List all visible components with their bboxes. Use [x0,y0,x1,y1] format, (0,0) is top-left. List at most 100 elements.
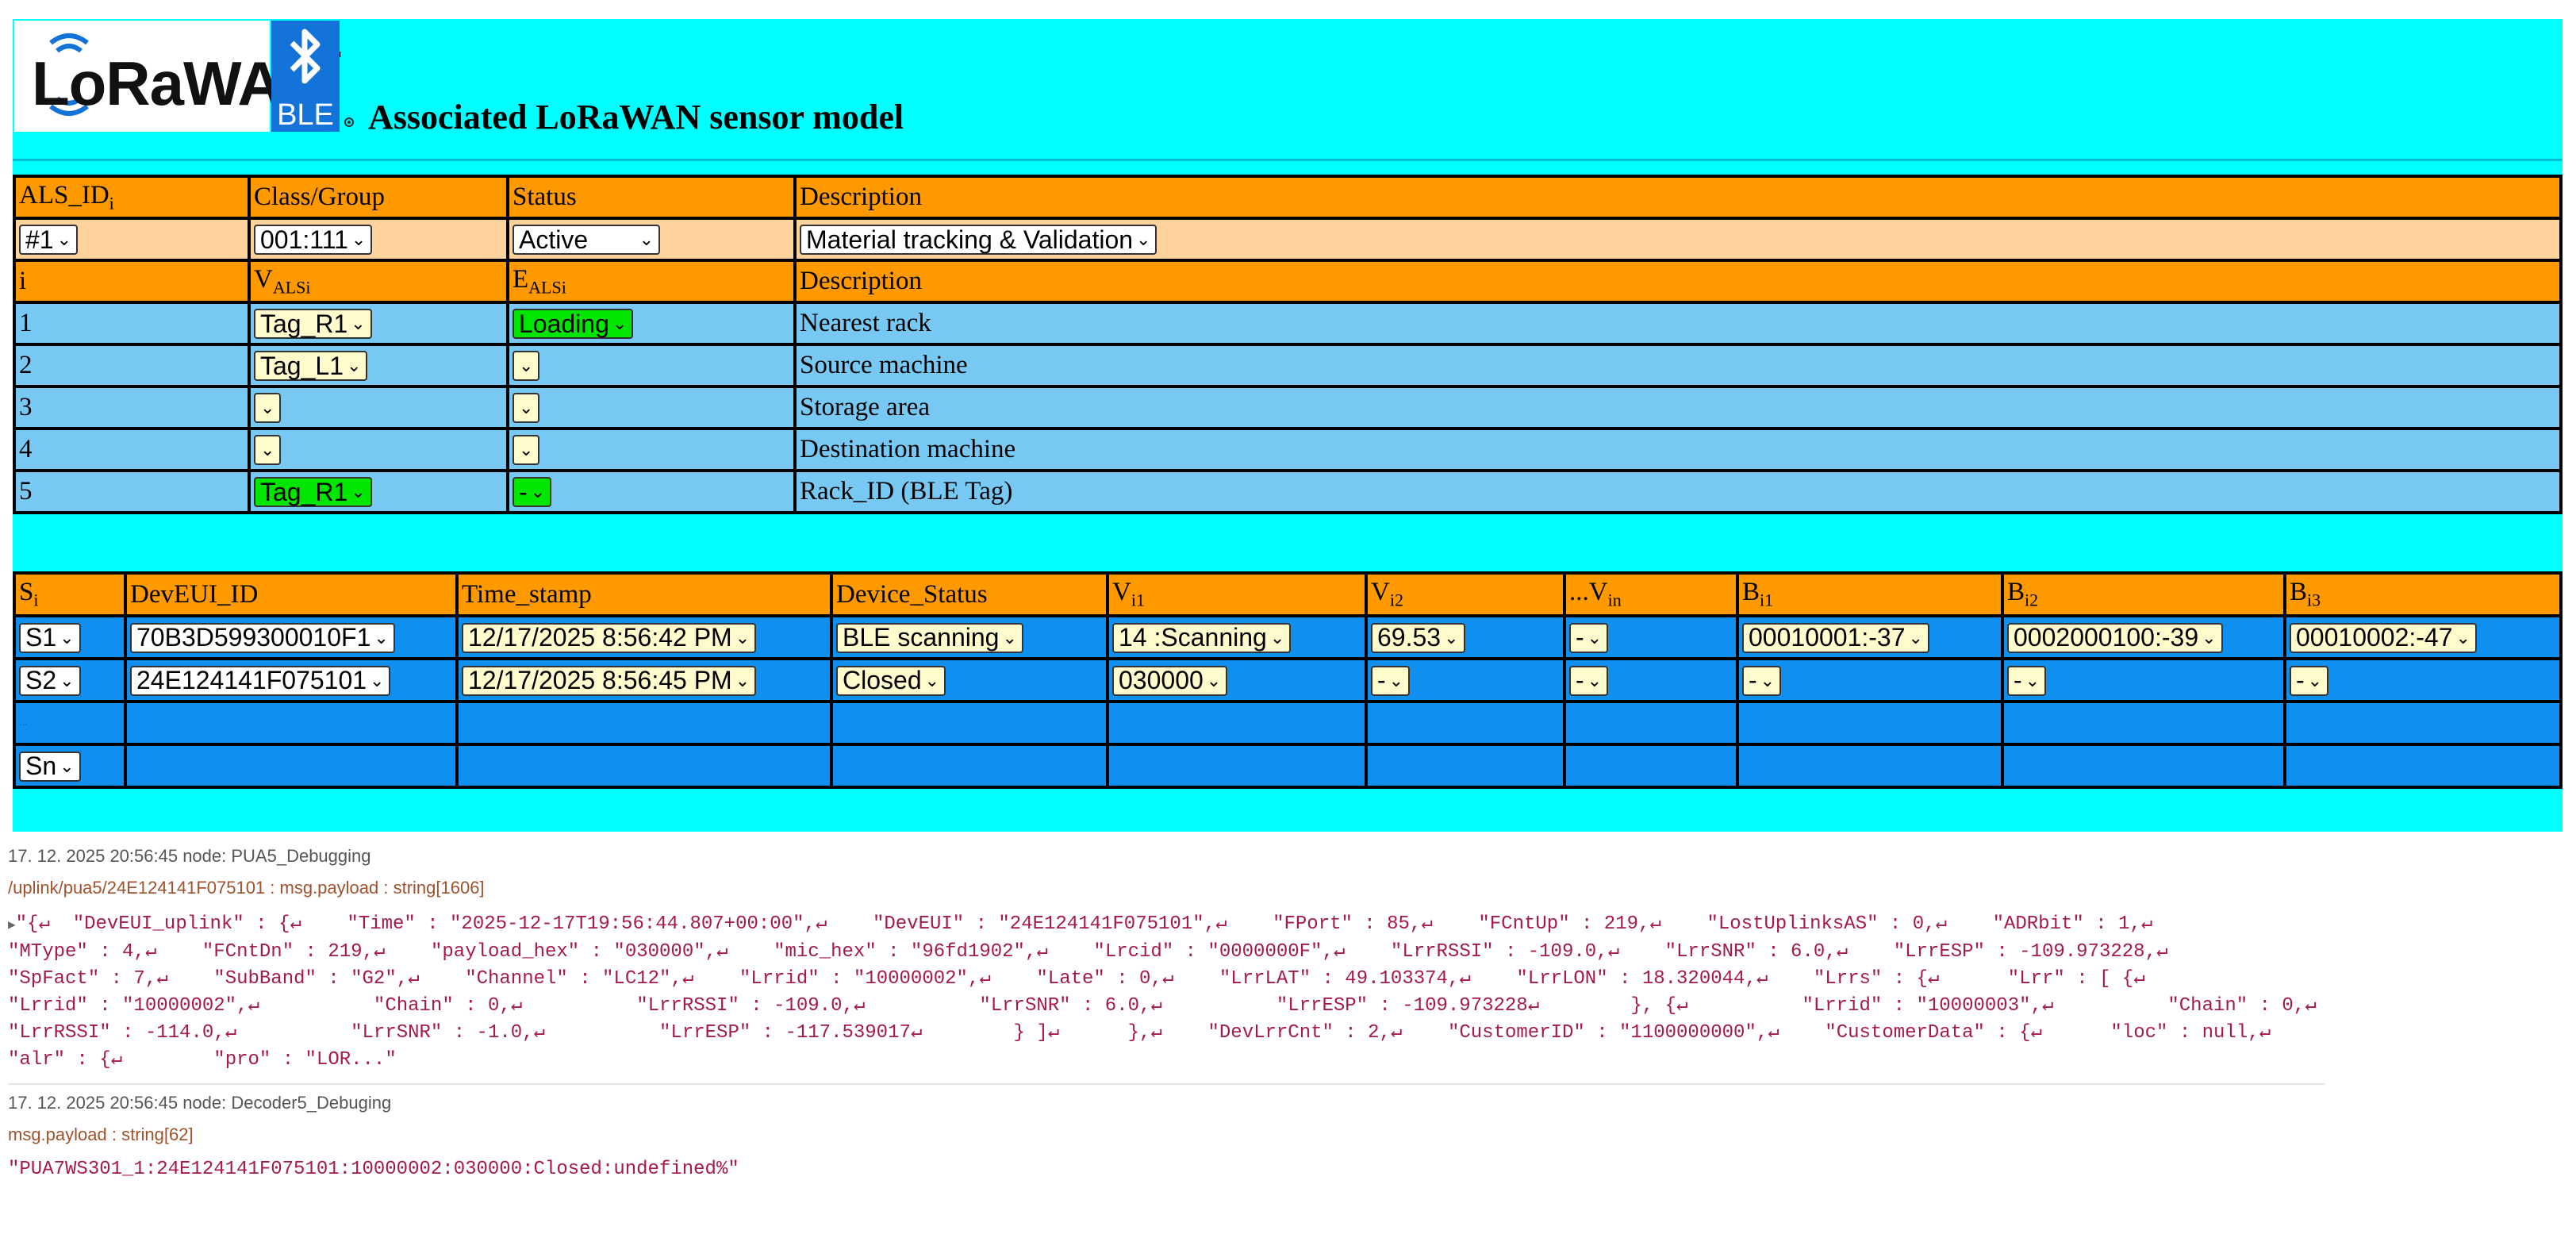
chevron-down-icon: ⌄ [1136,229,1151,250]
lorawan-logo: LoRaWAN™ [14,21,343,132]
chevron-down-icon: ⌄ [60,627,75,648]
b3-select[interactable]: - ⌄ [2290,665,2329,696]
b3-select[interactable]: 00010002:-47 ⌄ [2290,622,2477,653]
chevron-down-icon: ⌄ [735,670,751,690]
v2-select[interactable]: 69.53 ⌄ [1371,622,1465,653]
v-cell: Tag_L1 ⌄ [248,343,509,388]
b1-select[interactable]: - ⌄ [1742,665,1782,696]
chevron-down-icon: ⌄ [519,440,534,460]
e-select[interactable]: Loading ⌄ [513,309,634,340]
v-cell: Tag_R1 ⌄ [248,469,509,514]
device-table: Si DevEUI_ID Time_stamp Device_Status Vi… [13,571,2563,789]
timestamp-cell: 12/17/2025 8:56:42 PM ⌄ [455,614,833,660]
v1-select[interactable]: 14 :Scanning ⌄ [1112,622,1292,653]
sensor-cell: S2 ⌄ [13,657,127,703]
vn-header: ...Vin [1563,571,1739,617]
timestamp-select[interactable]: 12/17/2025 8:56:45 PM ⌄ [462,665,757,696]
b2-select[interactable]: - ⌄ [2007,665,2047,696]
empty-cell [830,743,1109,789]
variable-header-row: i VALSi EALSi Description [13,259,2563,304]
deveui-select[interactable]: 24E124141F075101 ⌄ [130,665,391,696]
b1-select[interactable]: 00010001:-37 ⌄ [1742,622,1929,653]
e-select[interactable]: ⌄ [513,351,540,382]
device-status-select[interactable]: Closed ⌄ [836,665,946,696]
row-description: Rack_ID (BLE Tag) [793,469,2563,514]
b2-select[interactable]: 0002000100:-39 ⌄ [2007,622,2223,653]
bluetooth-icon [290,29,321,84]
als-header-row: ALS_IDi Class/Group Status Description [13,175,2563,220]
chevron-down-icon: ⌄ [639,229,654,250]
als-table: ALS_IDi Class/Group Status Description #… [13,175,2563,514]
vn-select[interactable]: - ⌄ [1569,622,1609,653]
status-select[interactable]: Active ⌄ [513,225,660,256]
chevron-down-icon: ⌄ [374,627,389,648]
empty-cell [1563,743,1739,789]
empty-cell [124,700,459,746]
index-header: i [13,259,251,304]
debug-payload[interactable]: "PUA7WS301_1:24E124141F075101:10000002:0… [8,1156,2325,1183]
table-row: 1 Tag_R1 ⌄ Loading ⌄ Nearest rack [13,301,2563,346]
e-select[interactable]: - ⌄ [513,477,552,508]
timestamp-header: Time_stamp [455,571,833,617]
sensor-select[interactable]: S2 ⌄ [19,665,81,696]
empty-cell [455,700,833,746]
v-select[interactable]: ⌄ [254,393,282,424]
bluetooth-logo: BLE [271,21,340,132]
e-select[interactable]: ⌄ [513,435,540,466]
class-group-cell: 001:111 ⌄ [248,217,509,262]
als-id-select[interactable]: #1 ⌄ [19,225,79,256]
v-select[interactable]: Tag_R1 ⌄ [254,309,372,340]
b3-cell: - ⌄ [2283,657,2563,703]
chevron-down-icon: ⌄ [1269,627,1285,648]
empty-cell [455,743,833,789]
table-row: S1 ⌄ 70B3D599300010F1 ⌄ 12/17/2025 8:56:42… [13,614,2563,660]
e-select[interactable]: ⌄ [513,393,540,424]
timestamp-select[interactable]: 12/17/2025 8:56:42 PM ⌄ [462,622,757,653]
v1-select[interactable]: 030000 ⌄ [1112,665,1228,696]
debug-divider [8,1083,2325,1085]
chevron-down-icon: ⌄ [2202,627,2217,648]
header-divider [13,159,2563,161]
empty-cell [1365,700,1566,746]
empty-cell [2283,700,2563,746]
v-select[interactable]: Tag_L1 ⌄ [254,351,368,382]
v-select[interactable]: ⌄ [254,435,282,466]
class-group-select[interactable]: 001:111 ⌄ [254,225,373,256]
chevron-down-icon: ⌄ [1760,670,1776,690]
e-cell: ⌄ [506,343,797,388]
table-row: 4 ⌄ ⌄ Destination machine [13,427,2563,472]
status-cell: Active ⌄ [506,217,797,262]
chevron-down-icon: ⌄ [351,482,366,502]
expand-caret-icon[interactable]: ▶ [8,918,16,932]
description-header: Description [793,175,2563,220]
device-status-cell: Closed ⌄ [830,657,1109,703]
chevron-down-icon: ⌄ [1587,670,1603,690]
v-select[interactable]: Tag_R1 ⌄ [254,477,372,508]
b1-cell: 00010001:-37 ⌄ [1736,614,2004,660]
table-row: 2 Tag_L1 ⌄ ⌄ Source machine [13,343,2563,388]
description-select[interactable]: Material tracking & Validation ⌄ [800,225,1157,256]
v-cell: ⌄ [248,427,509,472]
vn-select[interactable]: - ⌄ [1569,665,1609,696]
row-description: Source machine [793,343,2563,388]
deveui-select[interactable]: 70B3D599300010F1 ⌄ [130,622,395,653]
payload-line: "alr" : {↵ "pro" : "LOR..." [8,1049,397,1071]
deveui-cell: 70B3D599300010F1 ⌄ [124,614,459,660]
debug-path: msg.payload : string[62] [8,1125,194,1144]
sensor-select[interactable]: Sn ⌄ [19,751,81,782]
b2-cell: - ⌄ [2001,657,2286,703]
debug-message: 17. 12. 2025 20:56:45 node: Decoder5_Deb… [8,1091,2325,1183]
empty-cell [2001,743,2286,789]
als-id-cell: #1 ⌄ [13,217,251,262]
debug-meta: 17. 12. 2025 20:56:45 node: Decoder5_Deb… [8,1093,392,1113]
v-als-header: VALSi [248,259,509,304]
status-header: Status [506,175,797,220]
device-status-select[interactable]: BLE scanning ⌄ [836,622,1023,653]
chevron-down-icon: ⌄ [519,356,534,376]
v1-header: Vi1 [1106,571,1368,617]
debug-payload[interactable]: ▶"{↵ "DevEUI_uplink" : {↵ "Time" : "2025… [8,911,2325,1074]
sensor-select[interactable]: S1 ⌄ [19,622,81,653]
device-status-header: Device_Status [830,571,1109,617]
v2-select[interactable]: - ⌄ [1371,665,1411,696]
b2-header: Bi2 [2001,571,2286,617]
